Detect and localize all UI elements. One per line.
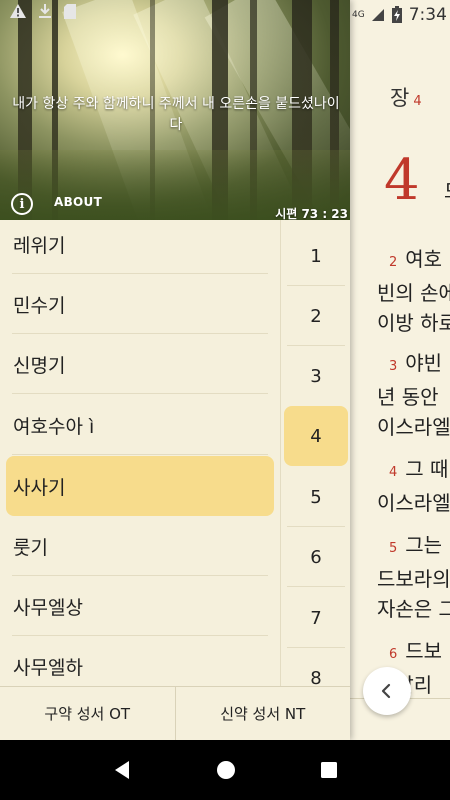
chapter-list: 1 2 3 4 5 6 7 8 <box>280 220 350 686</box>
home-icon[interactable] <box>215 759 237 781</box>
verse-of-day-banner: 내가 항상 주와 함께하니 주께서 내 오른손을 붙드셨나이다 i ABOUT … <box>0 0 350 220</box>
book-item[interactable]: 신명기 <box>0 334 280 394</box>
signal-icon <box>371 9 384 21</box>
book-item[interactable]: 민수기 <box>0 274 280 334</box>
clock: 7:34 <box>408 5 447 25</box>
verse-number: 5 <box>389 541 398 556</box>
notification-icons <box>10 4 76 19</box>
chevron-left-icon <box>381 683 391 699</box>
about-link[interactable]: ABOUT <box>54 195 102 209</box>
verse-text: 빈의 손에 <box>377 281 450 305</box>
back-icon[interactable] <box>111 759 133 781</box>
book-item[interactable]: 여호수아 ì <box>0 395 280 455</box>
verse-text: 드보라의 <box>377 567 450 591</box>
verse-text: 이방 하로 <box>377 311 450 335</box>
chapter-item-selected[interactable]: 4 <box>281 406 350 466</box>
chapter-label: 장 <box>390 86 410 110</box>
tab-new-testament[interactable]: 신약 성서 NT <box>174 687 351 740</box>
chapter-item[interactable]: 2 <box>281 286 350 346</box>
chapter-item[interactable]: 5 <box>281 467 350 527</box>
chapter-number: 4 <box>413 94 422 109</box>
book-item[interactable]: 사무엘상 <box>0 576 280 636</box>
info-icon[interactable]: i <box>11 193 33 215</box>
verse-1-start: 드 <box>444 175 450 204</box>
download-icon <box>39 4 51 18</box>
book-item[interactable]: 룻기 <box>0 516 280 576</box>
verse: 4 그 때 이스라엘 <box>377 454 450 518</box>
recents-icon[interactable] <box>319 760 339 780</box>
testament-tabs: 구약 성서 OT 신약 성서 NT <box>0 686 350 740</box>
book-item[interactable]: 레위기 <box>0 220 280 274</box>
big-chapter-number: 4 <box>384 148 420 213</box>
chapter-item[interactable]: 3 <box>281 346 350 406</box>
verse-number: 2 <box>389 255 398 270</box>
verse: 2 여호 빈의 손에 이방 하로 <box>377 244 450 338</box>
verse-quote: 내가 항상 주와 함께하니 주께서 내 오른손을 붙드셨나이다 <box>12 96 340 133</box>
collapse-drawer-button[interactable] <box>363 667 411 715</box>
sd-card-icon <box>64 4 76 19</box>
warning-icon <box>10 4 26 18</box>
verse-text: 년 동안 <box>377 385 439 409</box>
verse-text: 야빈 <box>405 351 443 375</box>
verse-number: 6 <box>389 647 398 662</box>
verse-text: 이스라엘 <box>377 491 450 515</box>
chapter-item[interactable]: 6 <box>281 527 350 587</box>
verse: 3 야빈 년 동안 이스라엘 <box>377 348 450 442</box>
chapter-item[interactable]: 1 <box>281 226 350 286</box>
network-type: 4G <box>352 10 365 20</box>
verse-text: 자손은 그 <box>377 597 450 621</box>
verse-number: 3 <box>389 359 398 374</box>
tab-old-testament[interactable]: 구약 성서 OT <box>0 687 175 740</box>
navigation-drawer: 내가 항상 주와 함께하니 주께서 내 오른손을 붙드셨나이다 i ABOUT … <box>0 0 350 740</box>
verse-number: 4 <box>389 465 398 480</box>
verse-text: 그는 <box>405 533 443 557</box>
status-bar: 4G 7:34 <box>350 0 450 30</box>
verse-text: 드보 <box>405 639 443 663</box>
battery-charging-icon <box>391 6 402 23</box>
book-item[interactable]: 사무엘하 <box>0 636 280 686</box>
verse-text: 그 때 <box>405 457 449 481</box>
system-navigation-bar <box>0 740 450 800</box>
book-list: 레위기 민수기 신명기 여호수아 ì 사사기 룻기 사무엘상 사무엘하 <box>0 220 280 686</box>
chapter-item[interactable]: 7 <box>281 588 350 648</box>
verse-reference: 시편 73 : 23 <box>275 207 348 220</box>
book-item-selected[interactable]: 사사기 <box>0 456 280 516</box>
verse: 5 그는 드보라의 자손은 그 <box>377 530 450 624</box>
chapter-header: 장4 <box>390 82 422 112</box>
verse-text: 이스라엘 <box>377 415 450 439</box>
chapter-item[interactable]: 8 <box>281 648 350 687</box>
verse-text: 여호 <box>405 247 443 271</box>
